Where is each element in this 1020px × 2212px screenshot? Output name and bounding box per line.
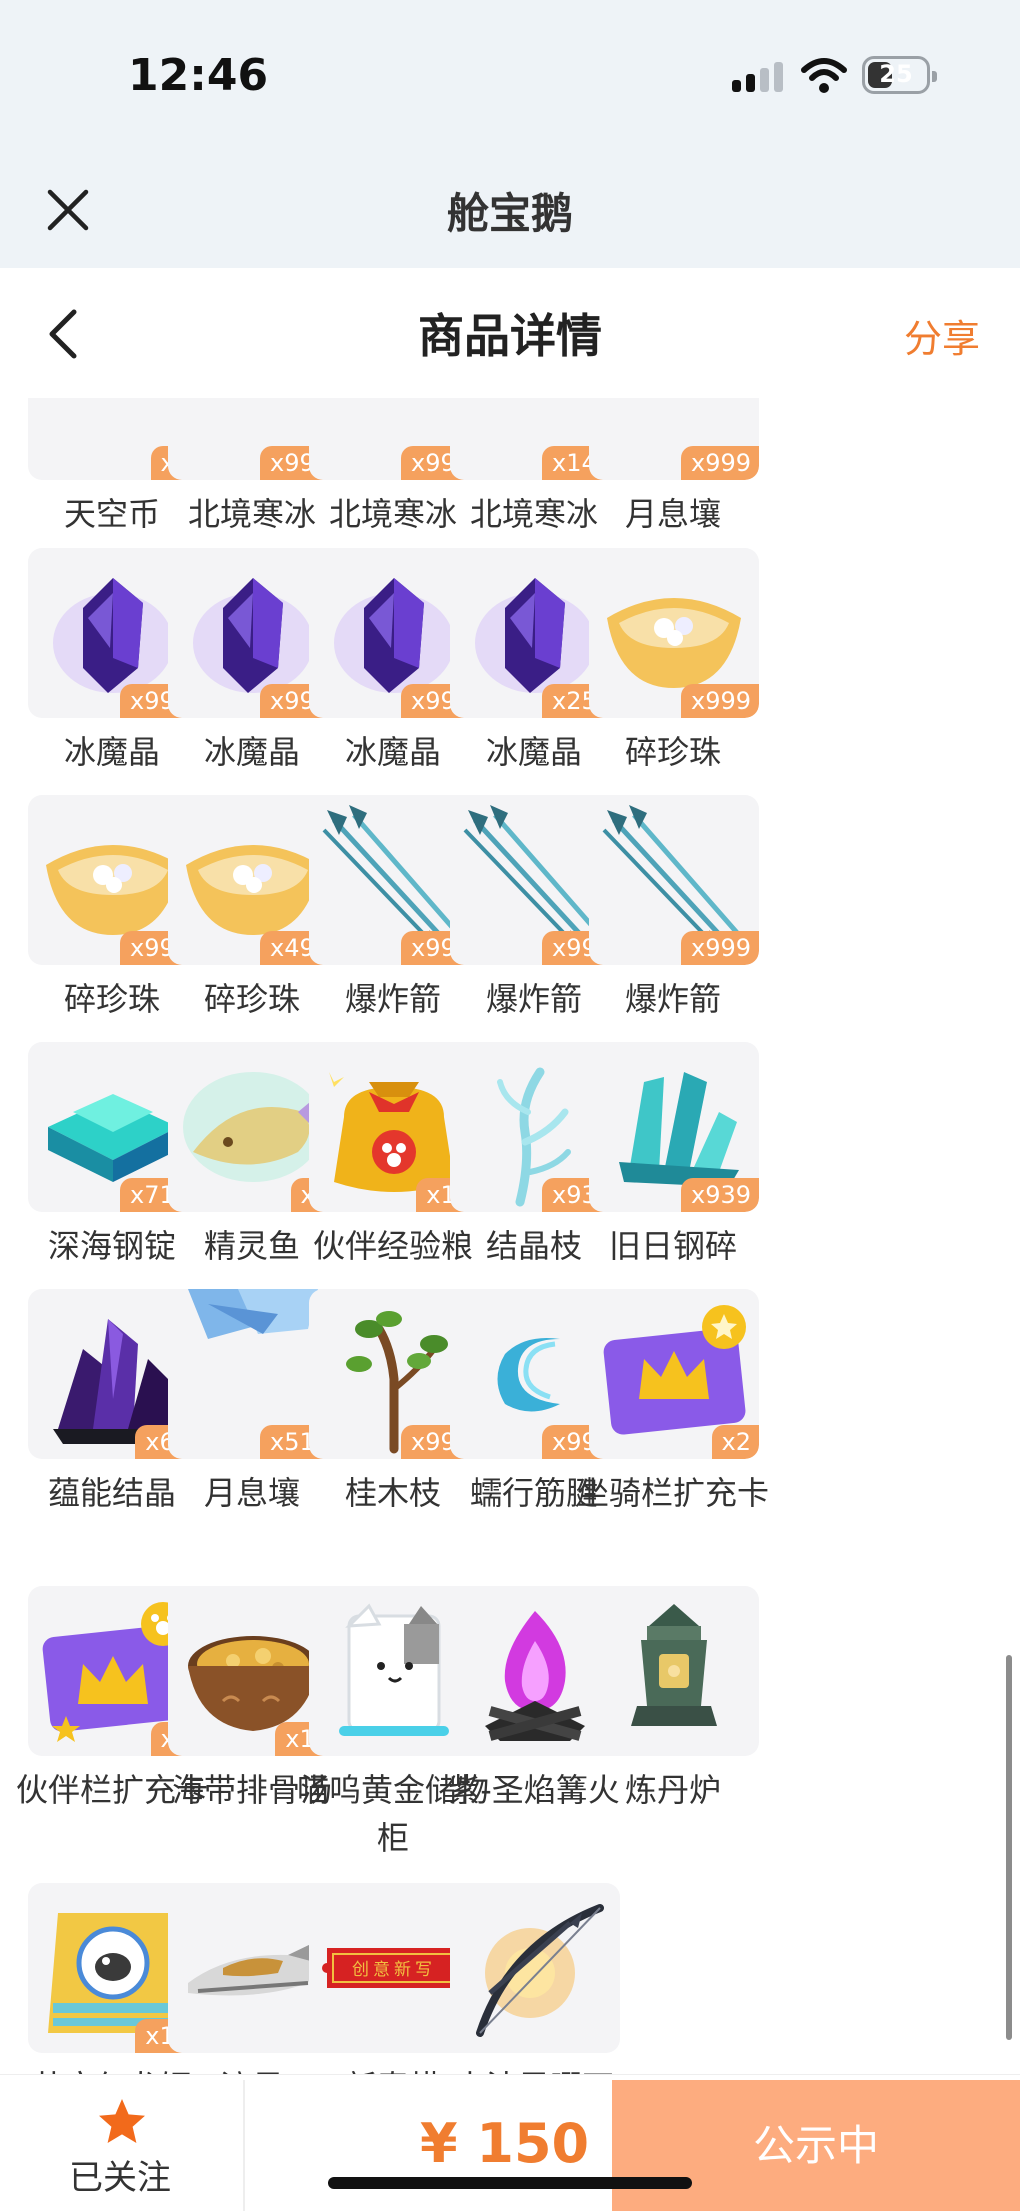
battery-level: 25: [879, 60, 913, 88]
item-name: 月息壤: [624, 495, 721, 533]
quantity-badge: x939: [680, 1178, 759, 1212]
divider: [243, 2080, 245, 2211]
wifi-icon: [800, 56, 848, 96]
item-tile: x2: [589, 1289, 759, 1459]
status-bar: 12:46 25: [0, 0, 1020, 150]
item-name: 炼丹炉: [624, 1771, 721, 1809]
status-time: 12:46: [128, 50, 269, 101]
item-name: 旧日钢碎: [608, 1227, 737, 1265]
battery-icon: 25: [862, 56, 937, 94]
status-button-label: 公示中: [752, 2121, 879, 2170]
share-button[interactable]: 分享: [904, 308, 980, 363]
item-tile: x999: [589, 795, 759, 965]
item-name: 碎珍珠: [624, 733, 721, 771]
home-indicator: [328, 2177, 692, 2189]
item-name: 爆炸箭: [624, 980, 721, 1018]
item-name: 坐骑栏扩充卡: [577, 1474, 770, 1512]
item-tile: x999: [589, 548, 759, 718]
page-title: 商品详情: [418, 309, 602, 363]
item-tile: [450, 1883, 620, 2053]
star-icon: [96, 2096, 148, 2148]
quantity-badge: x999: [680, 931, 759, 965]
signal-icon: [732, 62, 788, 92]
follow-label: 已关注: [69, 2158, 171, 2198]
item-tile: [589, 1586, 759, 1756]
item-grid: x2天空币x999北境寒冰x999北境寒冰x146北境寒冰x999月息壤x999…: [0, 398, 1020, 2074]
item-tile: x999: [589, 398, 759, 480]
app-title: 舱宝鹅: [446, 189, 573, 238]
scrollbar[interactable]: [1006, 1655, 1012, 2040]
item-name: 中洼黑曜石: [438, 2063, 630, 2074]
quantity-badge: x2: [711, 1425, 759, 1459]
status-button[interactable]: 公示中: [612, 2080, 1020, 2211]
quantity-badge: x999: [680, 446, 759, 480]
price: ¥ 150: [420, 2112, 590, 2175]
quantity-badge: x999: [680, 684, 759, 718]
item-tile: x939: [589, 1042, 759, 1212]
